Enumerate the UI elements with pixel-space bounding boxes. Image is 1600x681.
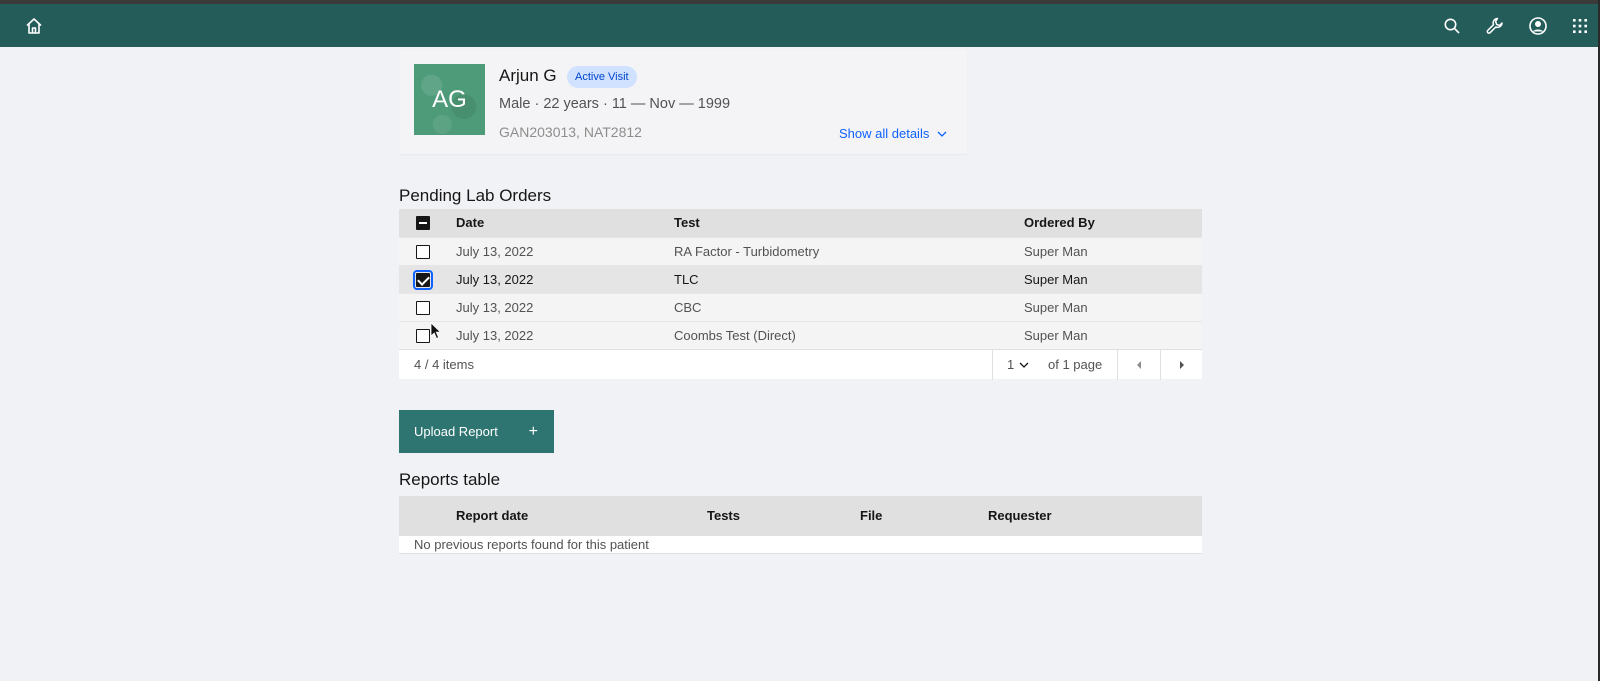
app-switcher-icon[interactable] (1563, 4, 1597, 47)
column-header-requester[interactable]: Requester (988, 496, 1052, 536)
chevron-down-icon (1019, 350, 1029, 380)
row-ordered-by: Super Man (1024, 272, 1088, 287)
column-header-test[interactable]: Test (674, 209, 700, 237)
next-page-button[interactable] (1161, 350, 1202, 380)
column-header-report-date[interactable]: Report date (456, 496, 528, 536)
select-all-checkbox[interactable] (416, 216, 430, 230)
reports-table: Report date Tests File Requester No prev… (399, 496, 1202, 554)
row-date: July 13, 2022 (456, 272, 534, 287)
pending-lab-orders-table: Date Test Ordered By July 13, 2022 RA Fa… (399, 209, 1202, 380)
pagination-divider (992, 350, 993, 380)
top-navigation-bar (0, 4, 1600, 47)
column-header-ordered-by[interactable]: Ordered By (1024, 209, 1095, 237)
pagination-bar: 4 / 4 items 1 of 1 page (399, 349, 1202, 380)
previous-page-button[interactable] (1118, 350, 1160, 380)
active-visit-badge: Active Visit (567, 66, 637, 88)
row-checkbox[interactable] (416, 245, 430, 259)
plus-icon: + (528, 422, 538, 440)
row-test: Coombs Test (Direct) (674, 328, 796, 343)
column-header-date[interactable]: Date (456, 209, 484, 237)
show-all-details-button[interactable]: Show all details (839, 126, 947, 141)
upload-report-label: Upload Report (414, 424, 498, 439)
mouse-pointer-icon (430, 322, 442, 340)
row-date: July 13, 2022 (456, 300, 534, 315)
column-header-tests[interactable]: Tests (707, 496, 740, 536)
table-header-row: Date Test Ordered By (399, 209, 1202, 237)
caret-right-icon (1179, 361, 1184, 369)
patient-identifiers: GAN203013, NAT2812 (499, 124, 642, 140)
patient-avatar: AG (414, 64, 485, 135)
patient-name: Arjun G (499, 66, 557, 85)
row-date: July 13, 2022 (456, 244, 534, 259)
row-date: July 13, 2022 (456, 328, 534, 343)
pagination-of-pages: of 1 page (1048, 357, 1103, 372)
row-test: TLC (674, 272, 699, 287)
search-icon[interactable] (1435, 4, 1469, 47)
row-checkbox[interactable] (416, 301, 430, 315)
table-row[interactable]: July 13, 2022 Coombs Test (Direct) Super… (399, 321, 1202, 349)
row-test: RA Factor - Turbidometry (674, 244, 820, 259)
patient-banner: AG Arjun G Active Visit Male · 22 years … (399, 50, 967, 154)
table-row[interactable]: July 13, 2022 TLC Super Man (399, 265, 1202, 293)
row-checkbox[interactable] (413, 270, 433, 290)
caret-left-icon (1137, 361, 1141, 369)
user-avatar-icon[interactable] (1521, 4, 1555, 47)
row-checkbox[interactable] (416, 329, 430, 343)
home-icon[interactable] (17, 4, 51, 47)
reports-table-header-row: Report date Tests File Requester (399, 496, 1202, 536)
row-test: CBC (674, 300, 702, 315)
patient-demographics: Male · 22 years · 11 — Nov — 1999 (499, 96, 731, 112)
page-select-value: 1 (1007, 357, 1015, 372)
chevron-down-icon (937, 126, 947, 141)
row-ordered-by: Super Man (1024, 300, 1088, 315)
row-ordered-by: Super Man (1024, 244, 1088, 259)
upload-report-button[interactable]: Upload Report + (399, 410, 554, 453)
reports-empty-row: No previous reports found for this patie… (399, 536, 1202, 554)
wrench-icon[interactable] (1478, 4, 1512, 47)
table-row[interactable]: July 13, 2022 CBC Super Man (399, 293, 1202, 321)
table-row[interactable]: July 13, 2022 RA Factor - Turbidometry S… (399, 237, 1202, 265)
row-ordered-by: Super Man (1024, 328, 1088, 343)
reports-empty-message: No previous reports found for this patie… (414, 537, 649, 552)
show-all-details-label: Show all details (839, 126, 930, 141)
column-header-file[interactable]: File (860, 496, 882, 536)
reports-table-title: Reports table (399, 470, 501, 489)
pending-lab-orders-title: Pending Lab Orders (399, 186, 552, 205)
page-select[interactable]: 1 (1007, 350, 1029, 380)
pagination-item-count: 4 / 4 items (414, 357, 474, 372)
